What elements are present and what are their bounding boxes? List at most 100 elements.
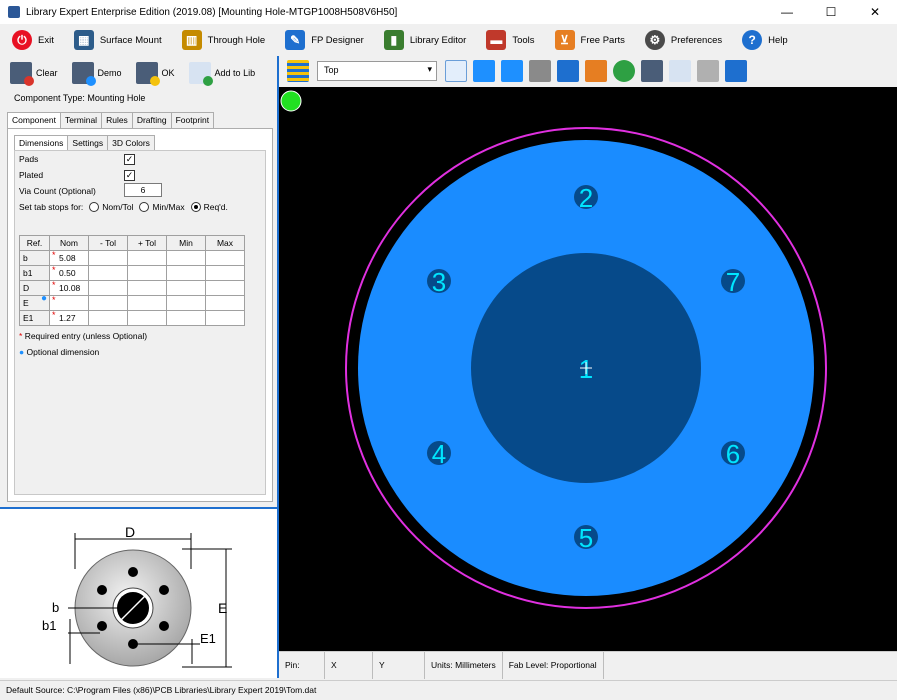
dim-label-d: D: [125, 524, 135, 540]
preferences-button[interactable]: ⚙ Preferences: [644, 30, 722, 50]
nom-tol-radio[interactable]: [89, 202, 100, 212]
cart-icon: ⊻: [554, 30, 575, 50]
tab-stops-label: Set tab stops for:: [19, 202, 84, 212]
new-file-icon[interactable]: [669, 60, 691, 82]
clear-button[interactable]: Clear: [10, 62, 58, 86]
pads-checkbox[interactable]: ✓: [124, 154, 135, 165]
nom-cell[interactable]: * 10.08: [49, 280, 89, 296]
books-icon: ▮: [383, 30, 404, 50]
max-cell[interactable]: [205, 310, 245, 326]
tab-settings[interactable]: Settings: [67, 135, 109, 151]
plated-checkbox[interactable]: ✓: [124, 170, 135, 181]
required-legend: * Required entry (unless Optional): [19, 331, 148, 341]
pad-number: 4: [432, 439, 446, 469]
fp-designer-button[interactable]: ✎ FP Designer: [285, 30, 364, 50]
clear-icon: [10, 62, 34, 86]
demo-icon: [71, 62, 96, 86]
delete-icon[interactable]: [697, 60, 719, 82]
minus-tol-cell[interactable]: [88, 265, 128, 281]
tab-3d-colors[interactable]: 3D Colors: [107, 135, 155, 151]
max-cell[interactable]: [205, 250, 245, 266]
dim-label-e1: E1: [200, 631, 216, 646]
plus-tol-cell[interactable]: [127, 265, 167, 281]
through-hole-icon: ▥: [181, 30, 202, 50]
exit-button[interactable]: ⏻ Exit: [12, 30, 54, 50]
snap-icon[interactable]: [557, 60, 579, 82]
dim-label-b: b: [52, 600, 59, 615]
minus-tol-cell[interactable]: [88, 310, 128, 326]
maximize-button[interactable]: ☐: [809, 0, 853, 24]
reqd-radio[interactable]: [190, 202, 201, 212]
ok-button[interactable]: OK: [135, 62, 175, 86]
tools-button[interactable]: ▬ Tools: [486, 30, 535, 50]
required-marker: *: [52, 265, 56, 275]
footprint-svg[interactable]: 1 2 3 4 5 6 7: [279, 87, 897, 651]
plus-tol-cell[interactable]: [127, 250, 167, 266]
minimize-button[interactable]: —: [765, 0, 809, 24]
max-cell[interactable]: [205, 295, 245, 311]
pointer-icon[interactable]: [445, 60, 467, 82]
add-to-lib-button[interactable]: Add to Lib: [188, 62, 255, 86]
print-icon[interactable]: [641, 60, 663, 82]
min-cell[interactable]: [166, 250, 206, 266]
help-button[interactable]: ? Help: [742, 30, 788, 50]
window-title: Library Expert Enterprise Edition (2019.…: [26, 6, 398, 18]
plus-tol-cell[interactable]: [127, 280, 167, 296]
plus-tol-cell[interactable]: [127, 295, 167, 311]
free-parts-button[interactable]: ⊻ Free Parts: [554, 30, 625, 50]
pad-number: 7: [726, 267, 740, 297]
layers-icon[interactable]: [287, 60, 309, 82]
dimension-icon[interactable]: [585, 60, 607, 82]
help-icon: ?: [742, 30, 763, 50]
demo-button[interactable]: Demo: [71, 62, 122, 86]
tab-component[interactable]: Component: [7, 112, 61, 128]
nom-cell[interactable]: * 0.50: [49, 265, 89, 281]
y-status: Y: [373, 652, 425, 679]
header-max: Max: [205, 235, 245, 251]
reqd-label: Req'd.: [203, 202, 228, 212]
min-cell[interactable]: [166, 280, 206, 296]
optional-marker: ●: [19, 347, 25, 357]
max-cell[interactable]: [205, 265, 245, 281]
min-cell[interactable]: [166, 265, 206, 281]
wrench-icon[interactable]: [725, 60, 747, 82]
tab-rules[interactable]: Rules: [101, 112, 133, 128]
shapes-icon[interactable]: [613, 60, 635, 82]
dimension-tabs: Dimensions Settings 3D Colors: [14, 135, 155, 151]
minus-tol-cell[interactable]: [88, 280, 128, 296]
tab-terminal[interactable]: Terminal: [59, 112, 103, 128]
footprint-canvas[interactable]: 1 2 3 4 5 6 7: [279, 87, 897, 651]
min-cell[interactable]: [166, 310, 206, 326]
main-toolbar: ⏻ Exit ▦ Surface Mount ▥ Through Hole ✎ FP D…: [0, 24, 897, 56]
minus-tol-cell[interactable]: [88, 295, 128, 311]
min-max-radio[interactable]: [139, 202, 150, 212]
table-row: E ● *: [19, 293, 245, 311]
units-status: Units: Millimeters: [425, 652, 503, 679]
tab-footprint[interactable]: Footprint: [170, 112, 215, 128]
tab-drafting[interactable]: Drafting: [131, 112, 172, 128]
zoom-extents-icon[interactable]: [473, 60, 495, 82]
pads-label: Pads: [19, 154, 39, 164]
layer-select[interactable]: Top: [317, 61, 437, 81]
ref-cell: b1: [19, 265, 50, 281]
minus-tol-cell[interactable]: [88, 250, 128, 266]
min-cell[interactable]: [166, 295, 206, 311]
nom-cell[interactable]: ● *: [41, 293, 89, 311]
tab-dimensions[interactable]: Dimensions: [14, 135, 69, 151]
library-editor-button[interactable]: ▮ Library Editor: [383, 30, 466, 50]
pin-status: Pin:: [279, 652, 325, 679]
via-count-input[interactable]: 6: [124, 183, 162, 197]
component-toolbar: Clear Demo OK Add to Lib: [0, 58, 277, 88]
title-bar: Library Expert Enterprise Edition (2019.…: [0, 0, 897, 24]
fp-designer-icon: ✎: [285, 30, 306, 50]
pan-icon[interactable]: [529, 60, 551, 82]
nom-cell[interactable]: * 1.27: [49, 310, 89, 326]
close-button[interactable]: ✕: [853, 0, 897, 24]
through-hole-button[interactable]: ▥ Through Hole: [181, 30, 265, 50]
plus-tol-cell[interactable]: [127, 310, 167, 326]
max-cell[interactable]: [205, 280, 245, 296]
zoom-in-icon[interactable]: [501, 60, 523, 82]
surface-mount-button[interactable]: ▦ Surface Mount: [73, 30, 162, 50]
nom-cell[interactable]: * 5.08: [49, 250, 89, 266]
header-plus-tol: + Tol: [127, 235, 167, 251]
